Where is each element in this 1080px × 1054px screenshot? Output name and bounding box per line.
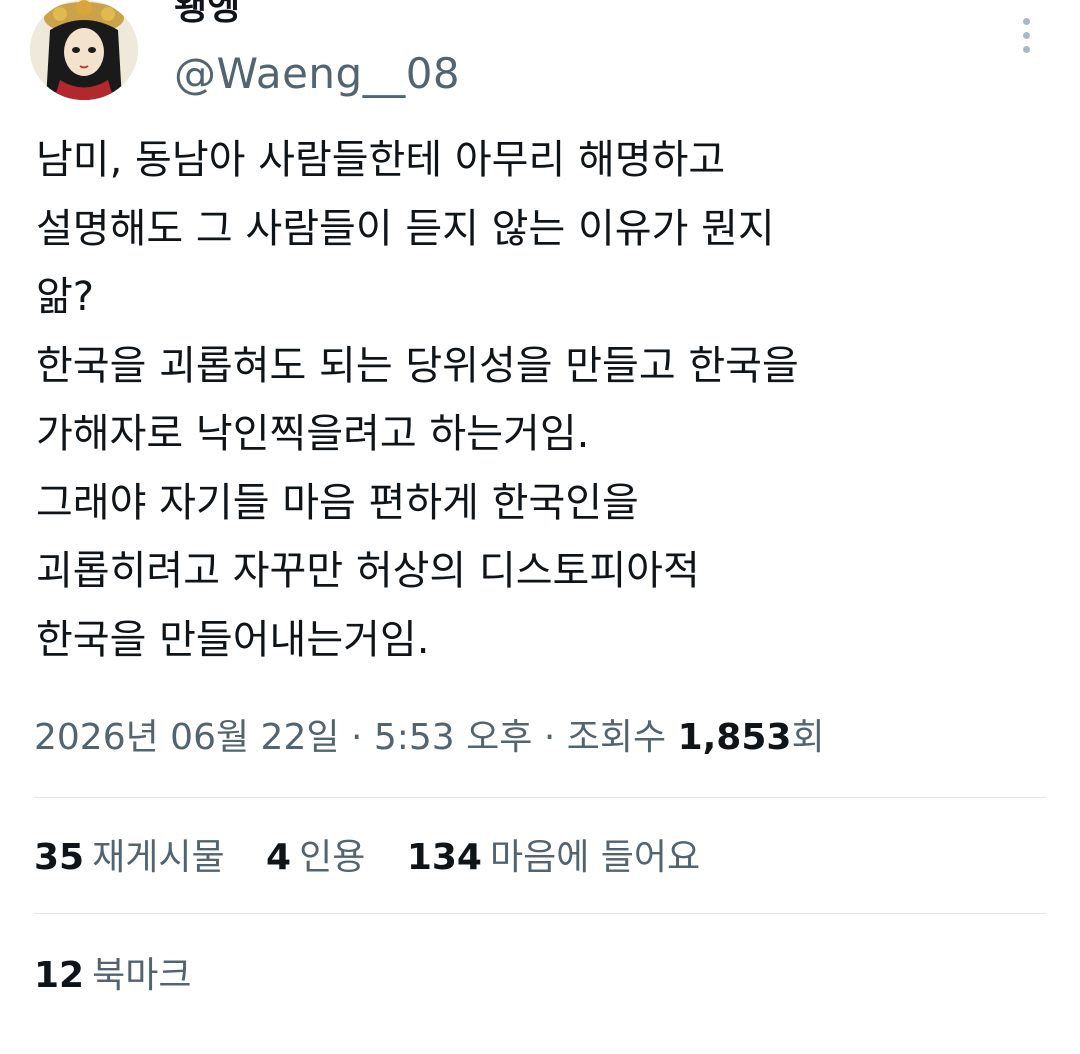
bookmark-stats: 12 북마크 bbox=[34, 952, 221, 1000]
bookmarks-count: 12 bbox=[34, 955, 85, 996]
tweet-text: 남미, 동남아 사람들한테 아무리 해명하고 설명해도 그 사람들이 듣지 않는… bbox=[36, 137, 799, 663]
likes-stat[interactable]: 134 마음에 들어요 bbox=[407, 837, 700, 878]
meta-separator: · bbox=[350, 717, 363, 758]
divider bbox=[34, 797, 1046, 798]
retweets-label: 재게시물 bbox=[92, 837, 225, 878]
display-name[interactable]: 왱엥 bbox=[174, 0, 240, 30]
engagement-stats: 35 재게시물 4 인용 134 마음에 들어요 bbox=[34, 834, 730, 882]
user-handle[interactable]: @Waeng__08 bbox=[174, 48, 460, 100]
views-label: 조회수 bbox=[566, 717, 667, 758]
bookmarks-label: 북마크 bbox=[92, 955, 192, 996]
divider bbox=[34, 913, 1046, 914]
likes-count: 134 bbox=[406, 837, 482, 878]
views-suffix: 회 bbox=[791, 717, 825, 758]
tweet-meta: 2026년 06월 22일 · 5:53 오후 · 조회수 1,853회 bbox=[34, 714, 825, 762]
retweets-count: 35 bbox=[34, 837, 85, 878]
avatar-illustration bbox=[30, 0, 138, 100]
views-count: 1,853 bbox=[677, 717, 792, 758]
likes-label: 마음에 들어요 bbox=[489, 837, 701, 878]
avatar[interactable] bbox=[30, 0, 138, 100]
quotes-count: 4 bbox=[266, 837, 292, 878]
tweet-time[interactable]: 5:53 오후 bbox=[374, 717, 533, 758]
bookmarks-stat[interactable]: 12 북마크 bbox=[34, 955, 191, 996]
tweet-date[interactable]: 2026년 06월 22일 bbox=[34, 717, 339, 758]
meta-separator: · bbox=[543, 717, 556, 758]
quotes-stat[interactable]: 4 인용 bbox=[266, 837, 377, 878]
retweets-stat[interactable]: 35 재게시물 bbox=[34, 837, 236, 878]
more-vertical-icon[interactable] bbox=[1016, 16, 1036, 56]
quotes-label: 인용 bbox=[299, 837, 366, 878]
